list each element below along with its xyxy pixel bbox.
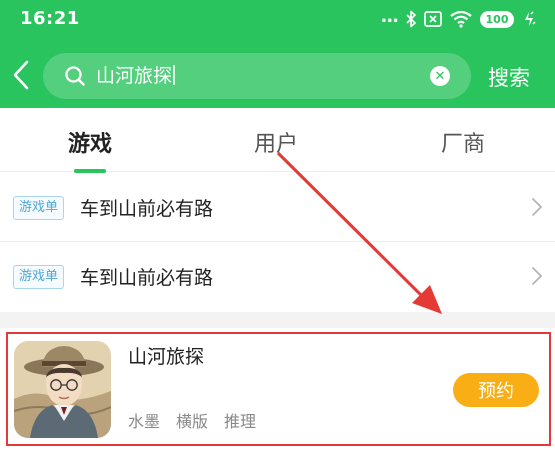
- game-icon: [14, 341, 111, 438]
- charging-icon: [525, 11, 536, 26]
- game-tags: 水墨 横版 推理: [128, 408, 256, 432]
- list-tag: 游戏单: [13, 196, 65, 220]
- list-item[interactable]: 游戏单 车到山前必有路: [0, 242, 555, 310]
- chevron-right-icon: [532, 198, 542, 216]
- game-result-card[interactable]: 山河旅探 水墨 横版 推理 预约: [6, 332, 551, 446]
- search-field[interactable]: 山河旅探 ✕: [43, 53, 471, 99]
- chevron-right-icon: [532, 267, 542, 285]
- clear-icon[interactable]: ✕: [430, 66, 450, 86]
- battery-icon: 100: [480, 10, 514, 28]
- tab-users[interactable]: 用户: [254, 126, 298, 158]
- list-title: 车到山前必有路: [80, 198, 214, 220]
- section-gap: [0, 312, 555, 328]
- game-tag: 推理: [224, 412, 257, 431]
- result-tabs: 游戏 用户 厂商: [0, 108, 555, 173]
- bluetooth-icon: [406, 10, 416, 28]
- search-button[interactable]: 搜索: [488, 62, 530, 92]
- status-bar: 16:21 ... 100: [0, 0, 555, 38]
- sim-icon: [424, 11, 442, 27]
- search-icon: [65, 66, 85, 86]
- reserve-button[interactable]: 预约: [453, 373, 539, 407]
- game-title: 山河旅探: [128, 346, 205, 368]
- status-icons: ... 100: [380, 5, 537, 30]
- list-item[interactable]: 游戏单 车到山前必有路: [0, 173, 555, 241]
- search-input[interactable]: 山河旅探: [96, 63, 176, 89]
- wifi-icon: [450, 10, 472, 28]
- tab-vendors[interactable]: 厂商: [441, 126, 485, 158]
- signal-dots: ...: [380, 5, 398, 27]
- list-tag: 游戏单: [13, 265, 65, 289]
- tab-games[interactable]: 游戏: [68, 126, 112, 158]
- game-tag: 横版: [176, 412, 209, 431]
- search-query: 山河旅探: [96, 65, 173, 87]
- app-header: 16:21 ... 100 山河旅探 ✕ 搜索: [0, 0, 555, 108]
- text-caret: [173, 65, 176, 85]
- status-time: 16:21: [20, 8, 80, 29]
- list-title: 车到山前必有路: [80, 267, 214, 289]
- back-icon[interactable]: [8, 58, 34, 92]
- game-tag: 水墨: [128, 412, 161, 431]
